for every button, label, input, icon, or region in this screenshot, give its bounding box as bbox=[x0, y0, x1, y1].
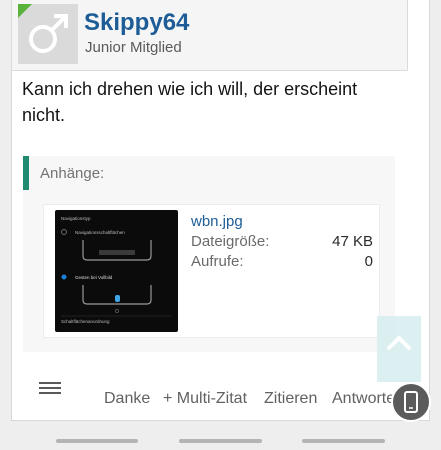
male-symbol-icon bbox=[29, 14, 68, 53]
thumb-option1: Navigationsschaltflächen bbox=[75, 230, 125, 235]
views-label: Aufrufe: bbox=[191, 253, 244, 270]
username[interactable]: Skippy64 bbox=[84, 9, 189, 37]
device-toggle-button[interactable] bbox=[391, 382, 431, 422]
smartphone-icon bbox=[404, 391, 418, 413]
post-actions-bar: Danke + Multi-Zitat Zitieren Antworten bbox=[11, 382, 430, 416]
post-message: Kann ich drehen wie ich will, der ersche… bbox=[22, 79, 358, 125]
attachment-size-row: Dateigröße: 47 KB bbox=[191, 233, 373, 250]
thumb-heading: Navigationstyp bbox=[61, 216, 91, 221]
attachments-block: Anhänge: Navigationstyp Navigationsschal… bbox=[23, 156, 395, 352]
thumb-option2: Gesten bei Vollbild bbox=[75, 275, 113, 280]
hamburger-menu-icon[interactable] bbox=[39, 382, 61, 400]
danke-button[interactable]: Danke bbox=[104, 390, 150, 408]
user-header: Skippy64 Junior Mitglied bbox=[11, 0, 408, 71]
scroll-to-top-button[interactable] bbox=[377, 316, 421, 382]
attachment-views-row: Aufrufe: 0 bbox=[191, 253, 373, 270]
size-label: Dateigröße: bbox=[191, 233, 270, 250]
attachment-file-name[interactable]: wbn.jpg bbox=[191, 213, 243, 230]
nav-pill-recents[interactable] bbox=[56, 439, 138, 443]
attachments-label: Anhänge: bbox=[40, 165, 105, 182]
chevron-up-icon bbox=[387, 336, 411, 350]
quote-button[interactable]: Zitieren bbox=[264, 390, 317, 408]
nav-pill-home[interactable] bbox=[179, 439, 262, 443]
avatar[interactable] bbox=[18, 4, 78, 64]
nav-pill-back[interactable] bbox=[302, 439, 385, 443]
attachment-item[interactable]: Navigationstyp Navigationsschaltflächen … bbox=[43, 204, 380, 338]
multi-quote-button[interactable]: + Multi-Zitat bbox=[163, 390, 247, 408]
attachments-accent-bar bbox=[23, 156, 29, 190]
views-value: 0 bbox=[364, 253, 373, 270]
attachment-thumbnail[interactable]: Navigationstyp Navigationsschaltflächen … bbox=[55, 210, 178, 332]
system-navigation-bar bbox=[0, 432, 441, 450]
thumb-footer: Schaltflächenanordnung bbox=[61, 319, 110, 324]
user-title: Junior Mitglied bbox=[85, 39, 182, 56]
size-value: 47 KB bbox=[332, 233, 373, 250]
